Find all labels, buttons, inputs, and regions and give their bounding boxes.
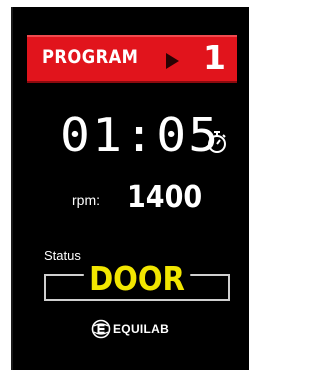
status-label: Status: [44, 248, 81, 263]
brand: EQUILAB: [91, 319, 169, 339]
play-arrow-icon: [166, 53, 179, 69]
program-selector[interactable]: PROGRAM 1: [27, 35, 237, 83]
rpm-label: rpm:: [72, 192, 100, 208]
rpm-value: 1400: [127, 180, 203, 215]
status-value: DOOR: [83, 259, 191, 299]
brand-name: EQUILAB: [113, 322, 170, 336]
program-number: 1: [203, 38, 226, 77]
program-label: PROGRAM: [42, 46, 139, 68]
stopwatch-icon: [208, 131, 226, 153]
timer-readout: 01:05: [60, 108, 221, 162]
status-box: DOOR: [44, 259, 230, 301]
equilab-logo-icon: [91, 319, 111, 339]
